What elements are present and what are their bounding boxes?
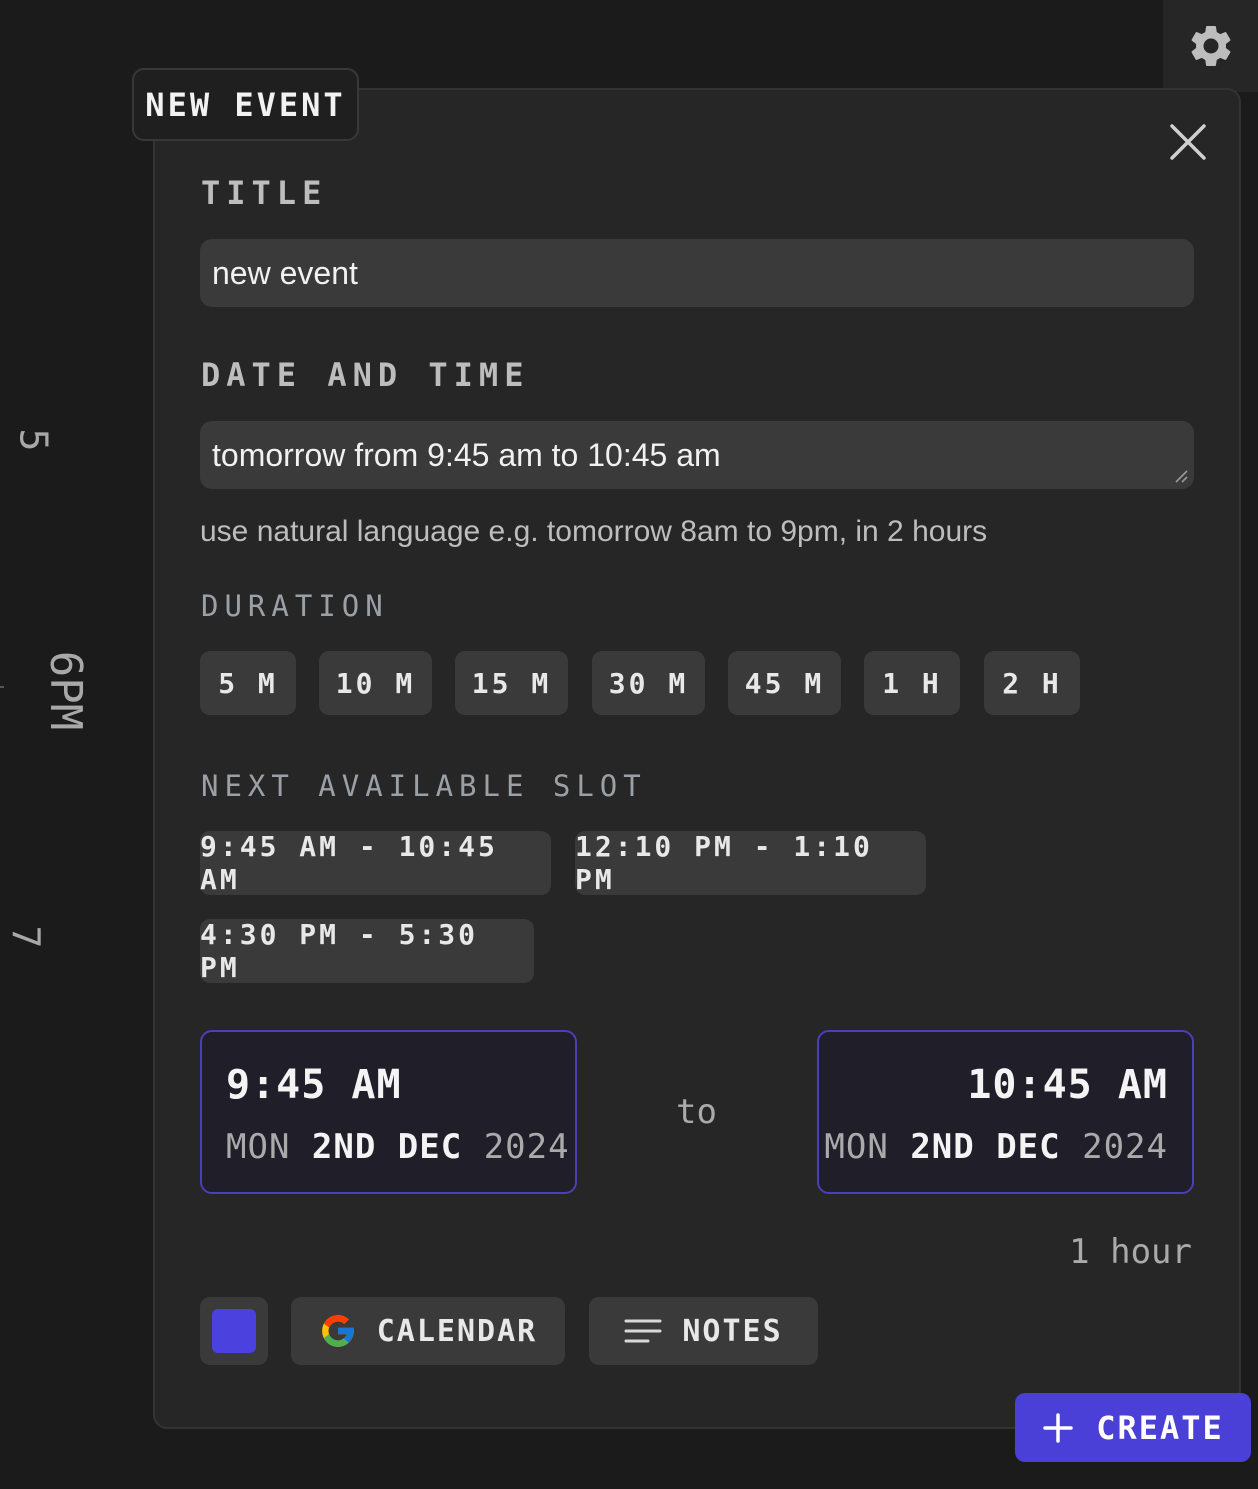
slot-chip-2[interactable]: 12:10 PM - 1:10 PM [575, 830, 926, 896]
duration-chip-45m[interactable]: 45 M [728, 651, 841, 715]
close-icon[interactable] [1167, 121, 1209, 163]
color-picker-button[interactable] [200, 1297, 268, 1365]
timeline-hour-6pm: 6PM [40, 650, 92, 731]
calendar-label: CALENDAR [376, 1313, 538, 1349]
end-year: 2024 [1082, 1127, 1168, 1167]
start-date: MON 2ND DEC 2024 [226, 1127, 570, 1167]
notes-icon [624, 1319, 662, 1343]
gear-icon [1191, 25, 1230, 66]
calendar-button[interactable]: CALENDAR [291, 1297, 565, 1365]
timeline-hour-5: 5 [11, 428, 56, 452]
create-label: CREATE [1096, 1408, 1224, 1447]
plus-icon [1043, 1412, 1073, 1443]
title-input-value: new event [212, 254, 358, 291]
timeline-tick [0, 686, 4, 688]
end-time-box[interactable]: 10:45 AM MON 2ND DEC 2024 [817, 1030, 1194, 1194]
start-time-box[interactable]: 9:45 AM MON 2ND DEC 2024 [200, 1030, 577, 1194]
range-separator: to [676, 1092, 717, 1132]
duration-summary: 1 hour [1069, 1232, 1192, 1272]
end-date: MON 2ND DEC 2024 [824, 1127, 1168, 1167]
duration-chip-15m[interactable]: 15 M [455, 651, 568, 715]
notes-label: NOTES [682, 1313, 783, 1349]
slot-chip-1[interactable]: 9:45 AM - 10:45 AM [200, 830, 551, 896]
datetime-input-value: tomorrow from 9:45 am to 10:45 am [212, 436, 721, 473]
duration-chip-5m[interactable]: 5 M [200, 651, 296, 715]
start-day: 2ND DEC [311, 1127, 463, 1167]
end-day: 2ND DEC [910, 1127, 1061, 1167]
duration-label: DURATION [201, 589, 389, 623]
create-button[interactable]: CREATE [1015, 1393, 1251, 1462]
next-slot-label: NEXT AVAILABLE SLOT [201, 769, 647, 803]
duration-chip-2h[interactable]: 2 H [984, 651, 1080, 715]
dialog-tab-title: NEW EVENT [132, 68, 359, 141]
settings-button[interactable] [1163, 0, 1258, 92]
title-label: TITLE [201, 174, 328, 212]
timeline-hour-7: 7 [3, 925, 48, 949]
notes-button[interactable]: NOTES [589, 1297, 818, 1365]
datetime-label: DATE AND TIME [201, 356, 530, 394]
datetime-hint: use natural language e.g. tomorrow 8am t… [200, 515, 988, 548]
datetime-input[interactable]: tomorrow from 9:45 am to 10:45 am [200, 421, 1194, 489]
slot-chip-3[interactable]: 4:30 PM - 5:30 PM [200, 918, 534, 984]
duration-chip-10m[interactable]: 10 M [319, 651, 432, 715]
resize-handle-icon[interactable] [1172, 467, 1188, 483]
duration-chip-30m[interactable]: 30 M [592, 651, 705, 715]
start-time: 9:45 AM [226, 1062, 402, 1108]
color-swatch [212, 1309, 256, 1353]
end-time: 10:45 AM [967, 1062, 1168, 1108]
duration-chip-1h[interactable]: 1 H [864, 651, 960, 715]
start-weekday: MON [226, 1127, 291, 1167]
end-weekday: MON [824, 1127, 889, 1167]
title-input[interactable]: new event [200, 239, 1194, 307]
google-icon [321, 1315, 354, 1347]
start-year: 2024 [483, 1127, 570, 1167]
